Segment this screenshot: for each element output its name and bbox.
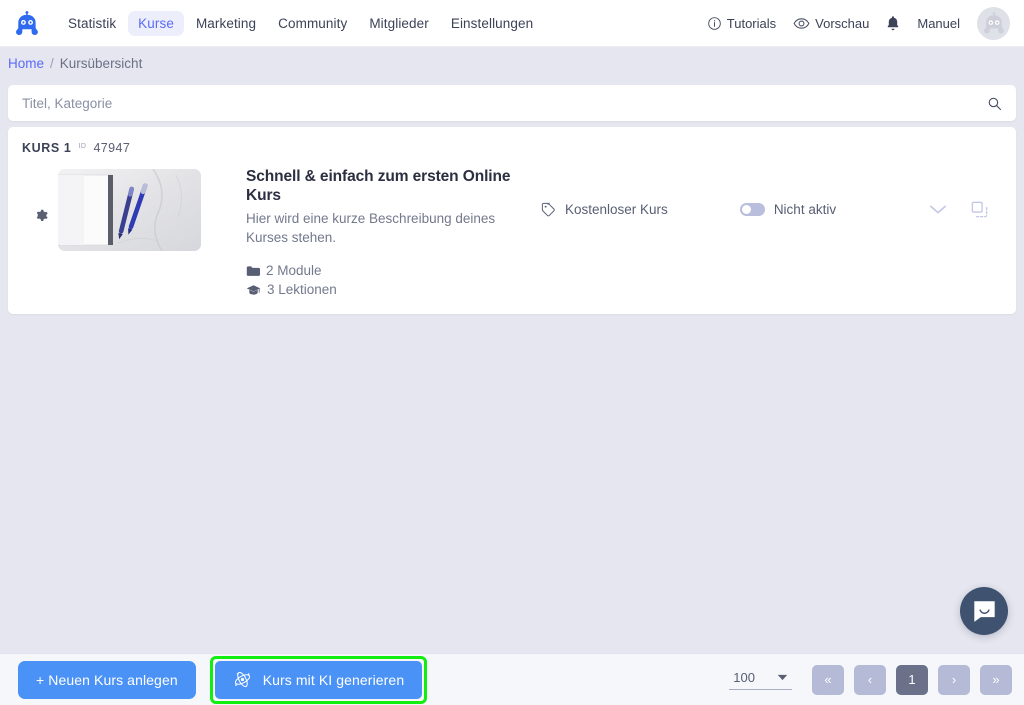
ai-generate-course-button[interactable]: Kurs mit KI generieren	[214, 660, 423, 699]
course-actions	[929, 201, 1002, 218]
course-modules-text: 2 Module	[266, 262, 322, 278]
per-page-select[interactable]: 100	[729, 670, 792, 690]
course-price-label: Kostenloser Kurs	[565, 202, 668, 217]
eye-icon	[793, 17, 810, 29]
course-right-controls: Kostenloser Kurs Nicht aktiv	[531, 165, 1002, 218]
breadcrumb-separator: /	[50, 55, 54, 71]
course-id-value: 47947	[93, 141, 131, 155]
course-index-label: KURS 1	[22, 141, 72, 155]
notifications-button[interactable]	[880, 11, 906, 36]
search-input[interactable]	[22, 95, 987, 111]
nav-item-community[interactable]: Community	[268, 11, 357, 36]
course-row: Schnell & einfach zum ersten Online Kurs…	[8, 159, 1016, 300]
per-page-value: 100	[733, 669, 755, 685]
pagination-next-button[interactable]: ›	[938, 664, 970, 695]
caret-down-icon[interactable]	[777, 674, 788, 681]
breadcrumb-home-link[interactable]: Home	[8, 56, 44, 71]
user-menu-button[interactable]: Manuel	[911, 12, 966, 35]
course-meta: 2 Module 3 Lektionen	[246, 261, 381, 300]
pagination-prev-button[interactable]: ‹	[854, 664, 886, 695]
new-course-button[interactable]: + Neuen Kurs anlegen	[18, 660, 196, 699]
chat-bubble-icon	[973, 600, 995, 622]
course-id-label: ID	[78, 143, 87, 150]
preview-label: Vorschau	[815, 15, 870, 31]
course-duplicate-button[interactable]	[971, 201, 988, 218]
course-list-panel: KURS 1 ID 47947 Schnell & einfach zum er…	[8, 127, 1016, 314]
duplicate-icon[interactable]	[971, 201, 988, 218]
app-root: Statistik Kurse Marketing Community Mitg…	[0, 0, 1024, 705]
user-name-label: Manuel	[917, 15, 960, 31]
course-info: Schnell & einfach zum ersten Online Kurs…	[201, 165, 531, 300]
nav-item-kurse[interactable]: Kurse	[128, 10, 184, 36]
nav-item-statistik[interactable]: Statistik	[58, 11, 126, 36]
course-lessons: 3 Lektionen	[246, 280, 337, 300]
course-lessons-text: 3 Lektionen	[267, 282, 337, 298]
preview-button[interactable]: Vorschau	[787, 12, 875, 35]
nav-item-marketing[interactable]: Marketing	[186, 11, 266, 36]
search-bar[interactable]	[8, 85, 1016, 121]
breadcrumb: Home / Kursübersicht	[0, 47, 1024, 79]
folder-icon	[246, 266, 260, 276]
nav-item-mitglieder[interactable]: Mitglieder	[359, 11, 439, 36]
pagination-bar: 100 « ‹ 1 › »	[729, 664, 1012, 695]
ai-sparkle-icon	[234, 671, 250, 688]
main-nav: Statistik Kurse Marketing Community Mitg…	[58, 10, 543, 36]
notebook-and-pens-photo	[58, 169, 201, 251]
course-description: Hier wird eine kurze Beschreibung deines…	[246, 210, 496, 246]
course-settings-button[interactable]	[22, 165, 58, 224]
course-expand-button[interactable]	[929, 204, 947, 215]
bell-icon	[888, 15, 899, 30]
breadcrumb-current: Kursübersicht	[59, 55, 143, 71]
course-header: KURS 1 ID 47947	[8, 141, 1016, 159]
course-status: Nicht aktiv	[739, 202, 837, 217]
avatar[interactable]	[977, 6, 1010, 40]
tag-icon	[541, 202, 555, 217]
search-icon[interactable]	[987, 96, 1002, 111]
nav-item-einstellungen[interactable]: Einstellungen	[441, 11, 543, 36]
pagination-first-button[interactable]: «	[812, 664, 844, 695]
top-navbar: Statistik Kurse Marketing Community Mitg…	[0, 0, 1024, 47]
robot-logo-icon[interactable]	[10, 6, 44, 40]
footer-toolbar: + Neuen Kurs anlegen Kurs mit KI generie…	[0, 653, 1024, 705]
pagination-page-1-button[interactable]: 1	[896, 664, 928, 695]
pagination-last-button[interactable]: »	[980, 664, 1012, 695]
course-status-label: Nicht aktiv	[773, 202, 837, 217]
chat-widget-button[interactable]	[960, 587, 1008, 635]
ai-generate-course-label: Kurs mit KI generieren	[262, 671, 405, 688]
chevron-down-icon[interactable]	[929, 204, 947, 215]
course-modules: 2 Module	[246, 261, 322, 281]
course-title[interactable]: Schnell & einfach zum ersten Online Kurs	[246, 167, 531, 206]
gear-icon[interactable]	[32, 207, 49, 224]
graduation-cap-icon	[246, 285, 261, 295]
robot-avatar-icon	[983, 11, 1004, 34]
ai-course-highlight-outline: Kurs mit KI generieren	[209, 655, 428, 704]
course-price: Kostenloser Kurs	[541, 202, 668, 217]
info-circle-icon	[707, 16, 721, 30]
tutorials-button[interactable]: Tutorials	[701, 12, 782, 35]
course-thumbnail[interactable]	[58, 169, 201, 251]
header-right-group: Tutorials Vorschau Manuel	[701, 6, 1010, 40]
course-active-toggle[interactable]	[739, 203, 765, 216]
tutorials-label: Tutorials	[726, 15, 777, 31]
toggle-knob	[741, 205, 751, 214]
